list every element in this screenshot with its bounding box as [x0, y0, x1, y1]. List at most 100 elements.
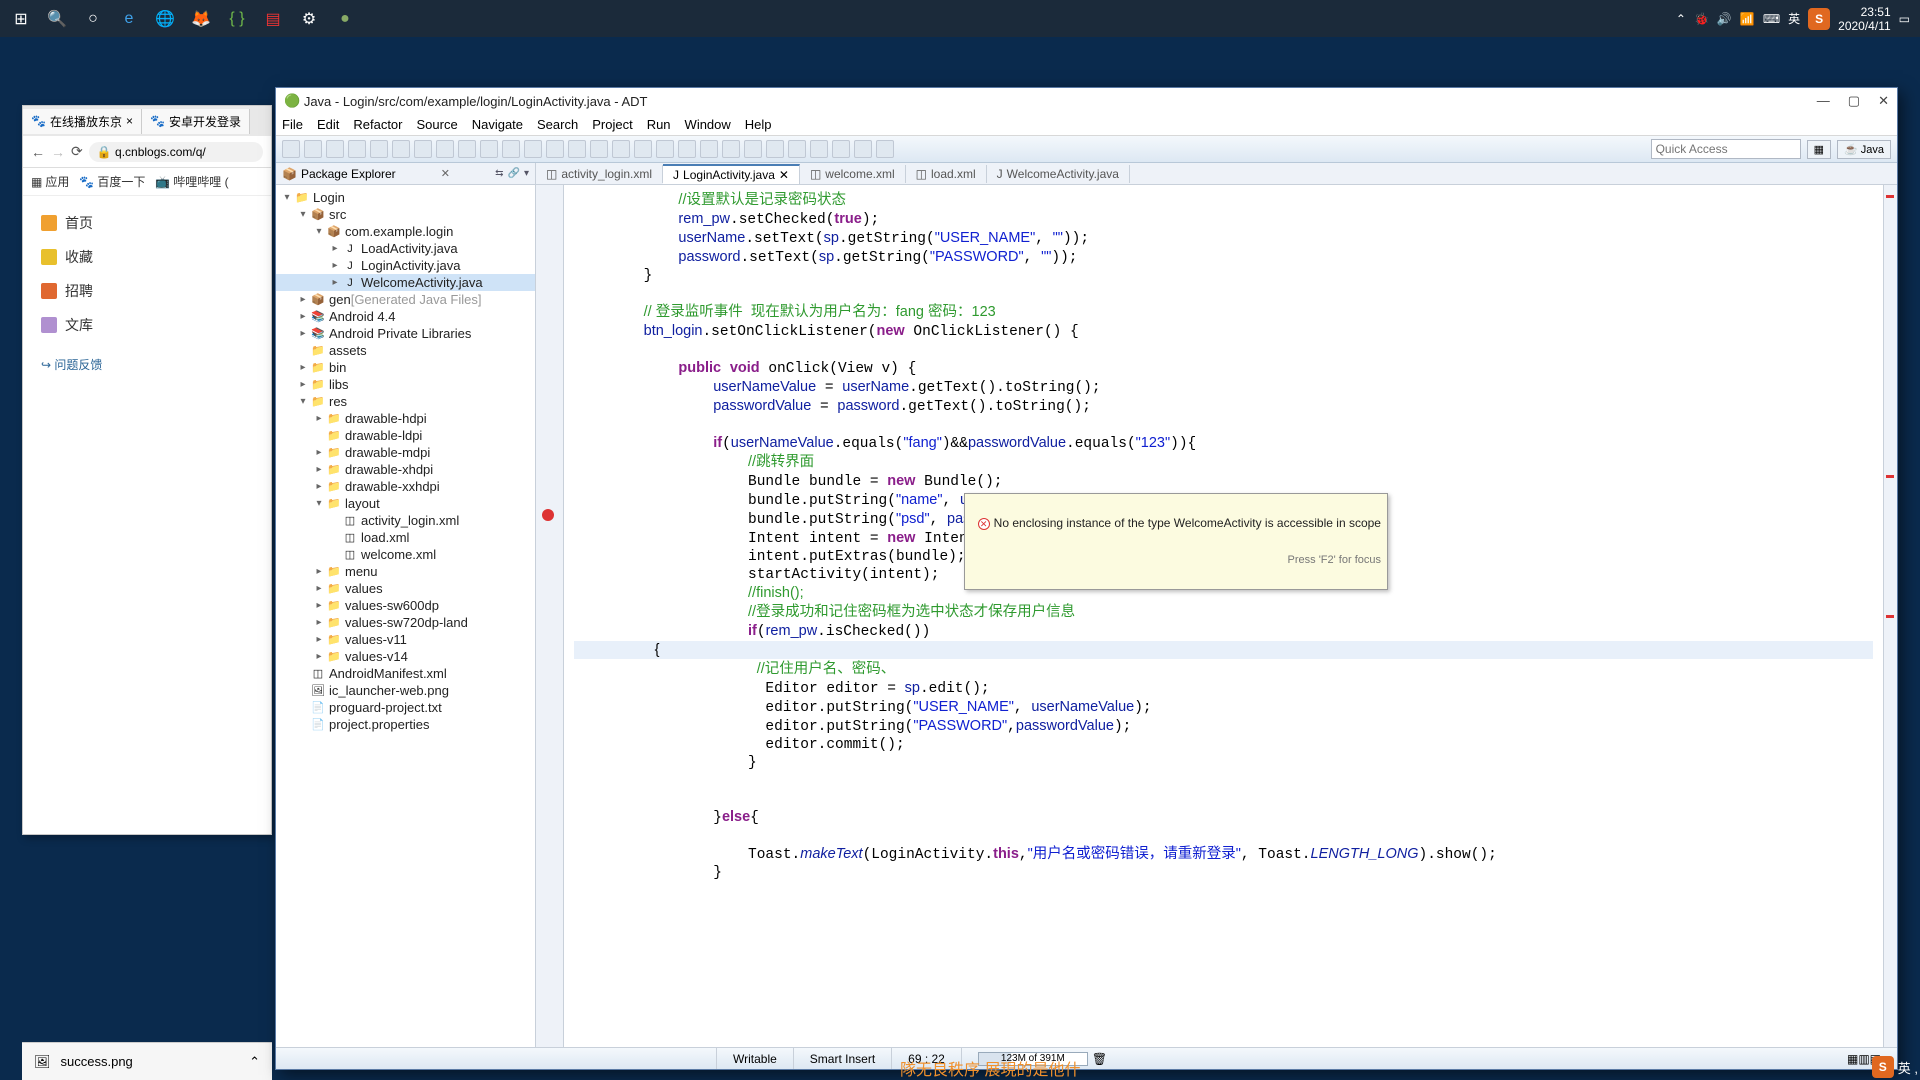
- maximize-button[interactable]: ▢: [1848, 93, 1860, 109]
- open-perspective-button[interactable]: ▦: [1807, 140, 1831, 159]
- ime-floating-bar[interactable]: S 英 ,: [1872, 1056, 1918, 1078]
- toolbar-button[interactable]: [590, 140, 608, 158]
- cortana-icon[interactable]: ○: [78, 4, 108, 34]
- toolbar-button[interactable]: [502, 140, 520, 158]
- menu-source[interactable]: Source: [417, 117, 458, 132]
- toolbar-button[interactable]: [612, 140, 630, 158]
- toolbar-button[interactable]: [722, 140, 740, 158]
- edge-icon[interactable]: e: [114, 4, 144, 34]
- toolbar-button[interactable]: [436, 140, 454, 158]
- toolbar-button[interactable]: [854, 140, 872, 158]
- menu-navigate[interactable]: Navigate: [472, 117, 523, 132]
- menu-help[interactable]: Help: [745, 117, 772, 132]
- overview-ruler[interactable]: [1883, 185, 1897, 1047]
- toolbar-button[interactable]: [480, 140, 498, 158]
- close-button[interactable]: ✕: [1878, 93, 1889, 109]
- status-icon[interactable]: ▥: [1858, 1052, 1869, 1066]
- cnblogs-feedback-link[interactable]: ↪ 问题反馈: [23, 342, 271, 387]
- toolbar-button[interactable]: [524, 140, 542, 158]
- tray-sogou-icon[interactable]: S: [1808, 8, 1830, 30]
- start-button[interactable]: ⊞: [6, 4, 36, 34]
- toolbar-button[interactable]: [282, 140, 300, 158]
- editor-tab-load-xml[interactable]: ◫ load.xml: [906, 165, 987, 183]
- download-chevron-icon[interactable]: ⌃: [249, 1054, 260, 1070]
- toolbar-button[interactable]: [876, 140, 894, 158]
- adt-titlebar[interactable]: 🟢 Java - Login/src/com/example/login/Log…: [276, 88, 1897, 114]
- quick-access-input[interactable]: [1651, 139, 1801, 159]
- toolbar-button[interactable]: [788, 140, 806, 158]
- back-button[interactable]: ←: [31, 144, 45, 160]
- toolbar-button[interactable]: [392, 140, 410, 158]
- editor-tab-welcome-xml[interactable]: ◫ welcome.xml: [800, 165, 906, 183]
- toolbar-button[interactable]: [546, 140, 564, 158]
- menu-edit[interactable]: Edit: [317, 117, 339, 132]
- toolbar-button[interactable]: [832, 140, 850, 158]
- forward-button[interactable]: →: [51, 144, 65, 160]
- browser-tabstrip[interactable]: 🐾 在线播放东京 × 🐾 安卓开发登录: [23, 106, 271, 136]
- toolbar-button[interactable]: [634, 140, 652, 158]
- bookmark-bilibili[interactable]: 📺 哔哩哔哩 (: [155, 173, 228, 190]
- cnblogs-nav-lib[interactable]: 文库: [23, 308, 271, 342]
- sogou-ime-icon[interactable]: S: [1872, 1056, 1894, 1078]
- menu-refactor[interactable]: Refactor: [353, 117, 402, 132]
- app-icon-1[interactable]: ⚙: [294, 4, 324, 34]
- toolbar-button[interactable]: [326, 140, 344, 158]
- toolbar-button[interactable]: [458, 140, 476, 158]
- toolbar-button[interactable]: [348, 140, 366, 158]
- view-menu-icon[interactable]: ▾: [524, 168, 529, 179]
- toolbar-button[interactable]: [568, 140, 586, 158]
- adt-menubar[interactable]: File Edit Refactor Source Navigate Searc…: [276, 114, 1897, 136]
- taskbar-clock[interactable]: 23:51 2020/4/11: [1838, 5, 1891, 33]
- view-close-icon[interactable]: ✕: [441, 167, 450, 180]
- project-tree[interactable]: ▾📁Login ▾📦src ▾📦com.example.login ▸JLoad…: [276, 185, 535, 1047]
- cnblogs-nav-recruit[interactable]: 招聘: [23, 274, 271, 308]
- eclipse-icon[interactable]: { }: [222, 4, 252, 34]
- tray-ime-lang[interactable]: 英: [1788, 10, 1800, 27]
- editor-tab-activity-login[interactable]: ◫ activity_login.xml: [536, 165, 663, 183]
- collapse-all-icon[interactable]: ⇆: [495, 168, 503, 179]
- menu-run[interactable]: Run: [647, 117, 671, 132]
- code-editor[interactable]: //设置默认是记录密码状态 rem_pw.setChecked(true); u…: [564, 185, 1883, 1047]
- menu-window[interactable]: Window: [685, 117, 731, 132]
- search-icon[interactable]: 🔍: [42, 4, 72, 34]
- ime-lang-label[interactable]: 英 ,: [1898, 1058, 1918, 1077]
- tray-chevron-icon[interactable]: ⌃: [1676, 12, 1686, 26]
- firefox-icon[interactable]: 🦊: [186, 4, 216, 34]
- app-icon-2[interactable]: ●: [330, 4, 360, 34]
- toolbar-button[interactable]: [744, 140, 762, 158]
- tray-ime-icon[interactable]: ⌨: [1763, 12, 1780, 26]
- browser-tab-2[interactable]: 🐾 安卓开发登录: [142, 109, 250, 134]
- browser-tab-1[interactable]: 🐾 在线播放东京 ×: [23, 109, 142, 134]
- toolbar-button[interactable]: [656, 140, 674, 158]
- gc-icon[interactable]: 🗑: [1092, 1052, 1107, 1066]
- editor-tab-loginactivity[interactable]: J LoginActivity.java ✕: [663, 164, 800, 184]
- apps-button[interactable]: ▦ 应用: [31, 173, 69, 190]
- adt-toolbar[interactable]: ▦ ☕ Java: [276, 136, 1897, 163]
- chrome-icon[interactable]: 🌐: [150, 4, 180, 34]
- editor-tabs[interactable]: ◫ activity_login.xml J LoginActivity.jav…: [536, 163, 1897, 185]
- toolbar-button[interactable]: [304, 140, 322, 158]
- cnblogs-nav-home[interactable]: 首页: [23, 206, 271, 240]
- tray-volume-icon[interactable]: 🔊: [1717, 12, 1732, 26]
- reload-button[interactable]: ⟳: [71, 143, 83, 160]
- tray-bug-icon[interactable]: 🐞: [1694, 12, 1709, 26]
- toolbar-button[interactable]: [766, 140, 784, 158]
- address-bar[interactable]: 🔒 q.cnblogs.com/q/: [89, 142, 263, 162]
- java-perspective-button[interactable]: ☕ Java: [1837, 140, 1891, 159]
- editor-gutter[interactable]: [536, 185, 564, 1047]
- toolbar-button[interactable]: [414, 140, 432, 158]
- menu-file[interactable]: File: [282, 117, 303, 132]
- download-filename[interactable]: success.png: [61, 1054, 133, 1069]
- cnblogs-nav-fav[interactable]: 收藏: [23, 240, 271, 274]
- editor-tab-welcomeactivity[interactable]: J WelcomeActivity.java: [987, 165, 1130, 183]
- toolbar-button[interactable]: [700, 140, 718, 158]
- error-marker-icon[interactable]: [542, 509, 554, 521]
- status-icon[interactable]: ▦: [1847, 1052, 1858, 1066]
- tree-selected-file[interactable]: ▸JWelcomeActivity.java: [276, 274, 535, 291]
- toolbar-button[interactable]: [678, 140, 696, 158]
- pdf-icon[interactable]: ▤: [258, 4, 288, 34]
- toolbar-button[interactable]: [810, 140, 828, 158]
- link-editor-icon[interactable]: 🔗: [508, 168, 520, 179]
- toolbar-button[interactable]: [370, 140, 388, 158]
- notifications-icon[interactable]: ▭: [1899, 12, 1910, 26]
